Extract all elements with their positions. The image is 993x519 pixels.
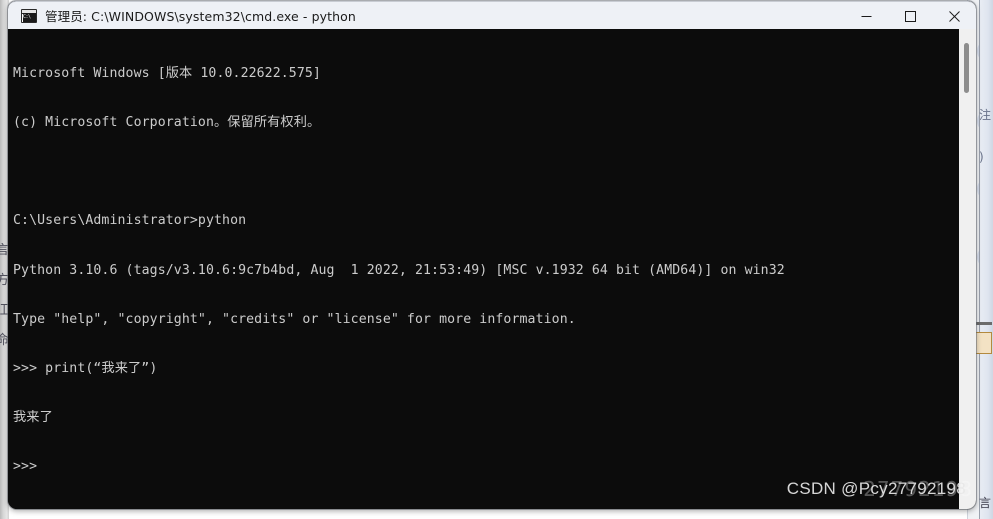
screen: 言 方 江 命 注 ) 言 管理员: C:\WINDOWS\system32\c… xyxy=(0,0,993,519)
maximize-button[interactable] xyxy=(888,2,932,30)
terminal-body[interactable]: Microsoft Windows [版本 10.0.22622.575] (c… xyxy=(8,29,976,509)
terminal-line: Type "help", "copyright", "credits" or "… xyxy=(13,311,576,327)
terminal-line-output: 我来了 xyxy=(13,410,53,426)
cmd-console-icon xyxy=(21,8,37,23)
terminal-output[interactable]: Microsoft Windows [版本 10.0.22622.575] (c… xyxy=(8,29,959,509)
minimize-icon xyxy=(861,15,871,17)
titlebar[interactable]: 管理员: C:\WINDOWS\system32\cmd.exe - pytho… xyxy=(8,1,976,29)
background-right-glyphs: 注 ) xyxy=(979,108,992,164)
terminal-line: Python 3.10.6 (tags/v3.10.6:9c7b4bd, Aug… xyxy=(13,262,785,278)
window-controls xyxy=(844,2,976,30)
minimize-button[interactable] xyxy=(844,2,888,30)
window-title: 管理员: C:\WINDOWS\system32\cmd.exe - pytho… xyxy=(45,9,356,24)
terminal-line: C:\Users\Administrator>python xyxy=(13,213,247,229)
terminal-line: Microsoft Windows [版本 10.0.22622.575] xyxy=(13,65,321,81)
close-icon xyxy=(948,10,960,22)
scrollbar-thumb[interactable] xyxy=(964,43,969,93)
close-button[interactable] xyxy=(932,2,976,30)
terminal-line-command: >>> print(“我来了”) xyxy=(13,361,158,377)
background-right-bottom-glyph: 言 xyxy=(979,496,992,510)
watermark: CSDN @Pcy27792198 xyxy=(786,479,966,498)
terminal-scrollbar[interactable] xyxy=(959,29,976,509)
terminal-prompt: >>> xyxy=(13,459,38,475)
background-right-panel-inner xyxy=(979,0,993,519)
maximize-icon xyxy=(904,10,916,22)
terminal-line: (c) Microsoft Corporation。保留所有权利。 xyxy=(13,115,321,131)
cmd-console-window: 管理员: C:\WINDOWS\system32\cmd.exe - pytho… xyxy=(8,1,976,509)
